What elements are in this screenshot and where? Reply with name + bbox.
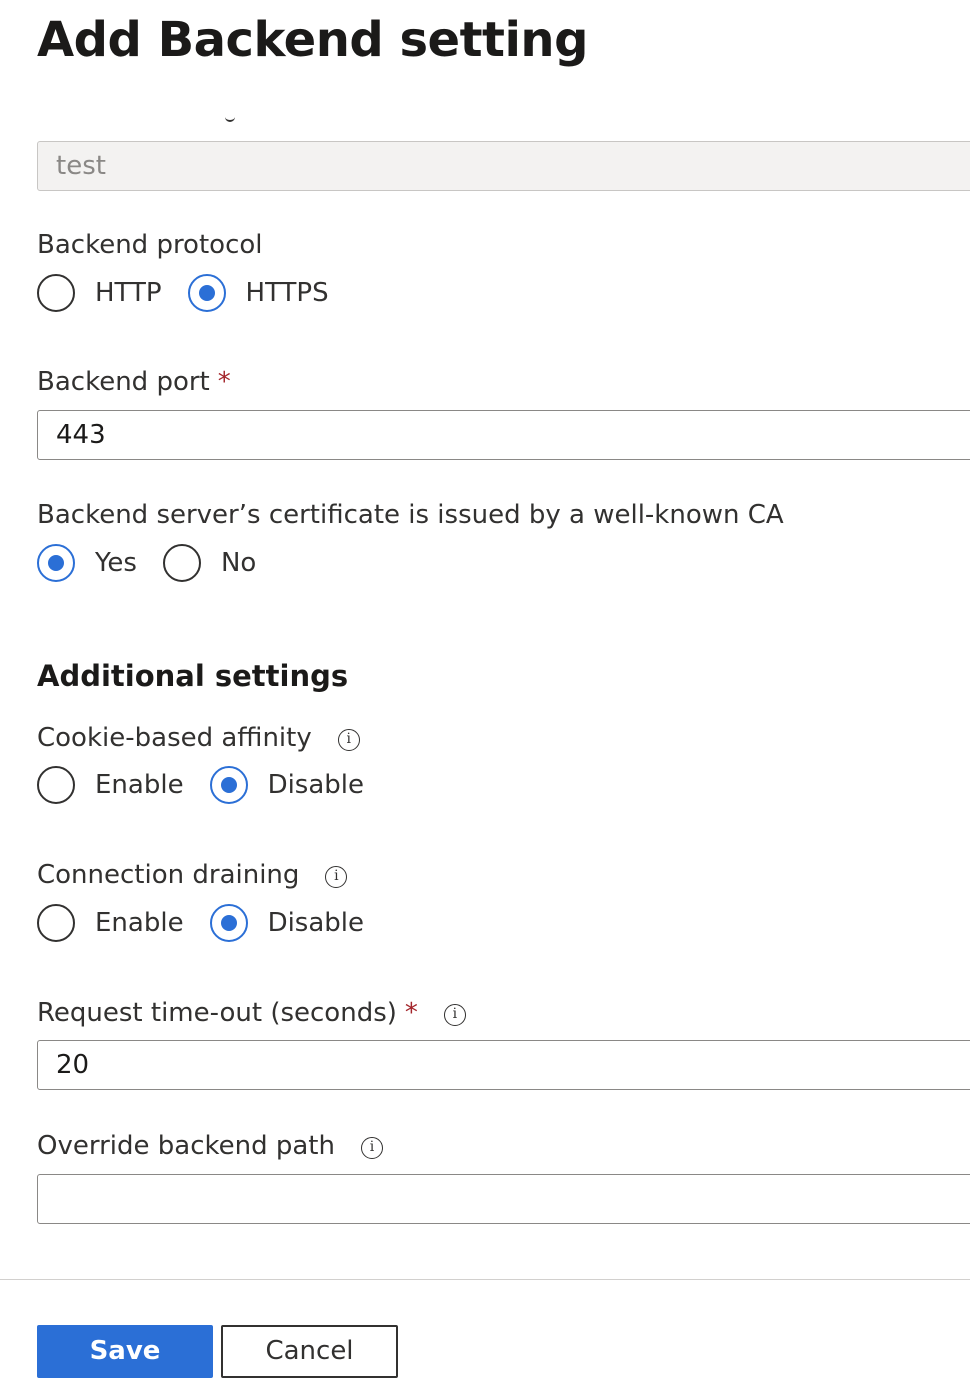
radio-cookie-enable-label: Enable [95, 770, 184, 800]
info-icon[interactable]: i [360, 1137, 383, 1159]
radio-draining-disable[interactable] [209, 904, 248, 942]
required-marker: * [404, 998, 418, 1028]
request-timeout-label-text: Request time-out (seconds) [37, 998, 397, 1028]
save-button[interactable]: Save [37, 1325, 213, 1378]
info-icon[interactable]: i [443, 1004, 466, 1026]
override-path-input[interactable] [37, 1174, 970, 1224]
footer-divider [0, 1279, 970, 1280]
well-known-ca-radio-group: Yes No [37, 543, 282, 583]
info-icon[interactable]: i [337, 729, 360, 751]
radio-yes-label: Yes [95, 548, 137, 578]
cookie-affinity-label: Cookie-based affinity i [37, 721, 360, 755]
radio-draining-disable-label: Disable [267, 908, 365, 938]
radio-https[interactable] [187, 274, 226, 312]
radio-no[interactable] [162, 544, 201, 582]
backend-protocol-label: Backend protocol [37, 230, 263, 260]
connection-draining-label-text: Connection draining [37, 860, 300, 890]
protocol-http-option[interactable]: HTTP [37, 274, 162, 312]
additional-settings-heading: Additional settings [37, 659, 349, 693]
cookie-disable-option[interactable]: Disable [209, 766, 365, 804]
radio-draining-enable-label: Enable [95, 908, 184, 938]
required-marker: * [217, 367, 231, 397]
connection-draining-label: Connection draining i [37, 858, 348, 892]
draining-disable-option[interactable]: Disable [209, 904, 365, 942]
backend-port-input[interactable]: 443 [37, 410, 970, 460]
radio-http-label: HTTP [95, 278, 162, 308]
info-icon[interactable]: i [325, 866, 348, 888]
cookie-affinity-radio-group: Enable Disable [37, 765, 390, 805]
radio-yes[interactable] [37, 544, 75, 582]
radio-cookie-disable[interactable] [209, 766, 248, 804]
connection-draining-radio-group: Enable Disable [37, 903, 390, 943]
cancel-button[interactable]: Cancel [221, 1325, 398, 1378]
radio-cookie-enable[interactable] [37, 766, 75, 804]
ca-no-option[interactable]: No [162, 544, 257, 582]
backend-protocol-radio-group: HTTP HTTPS [37, 273, 355, 313]
override-path-label: Override backend path i [37, 1129, 383, 1163]
protocol-https-option[interactable]: HTTPS [187, 274, 329, 312]
cookie-enable-option[interactable]: Enable [37, 766, 184, 804]
form-scroll-region[interactable]: test Backend protocol HTTP HTTPS Backend… [0, 96, 970, 1280]
ca-yes-option[interactable]: Yes [37, 544, 137, 582]
name-field-label-clipped [37, 102, 337, 130]
request-timeout-input[interactable]: 20 [37, 1040, 970, 1090]
override-path-label-text: Override backend path [37, 1131, 335, 1161]
well-known-ca-label: Backend server’s certificate is issued b… [37, 500, 784, 530]
cookie-affinity-label-text: Cookie-based affinity [37, 723, 312, 753]
page-title: Add Backend setting [37, 12, 588, 68]
radio-no-label: No [220, 548, 257, 578]
radio-https-label: HTTPS [245, 278, 329, 308]
backend-port-label: Backend port * [37, 365, 231, 399]
name-field: test [37, 141, 970, 191]
radio-http[interactable] [37, 274, 75, 312]
backend-port-label-text: Backend port [37, 367, 210, 397]
add-backend-setting-panel: Add Backend setting test Backend protoco… [0, 0, 970, 1392]
radio-cookie-disable-label: Disable [267, 770, 365, 800]
radio-draining-enable[interactable] [37, 904, 75, 942]
draining-enable-option[interactable]: Enable [37, 904, 184, 942]
request-timeout-label: Request time-out (seconds) * i [37, 996, 466, 1030]
